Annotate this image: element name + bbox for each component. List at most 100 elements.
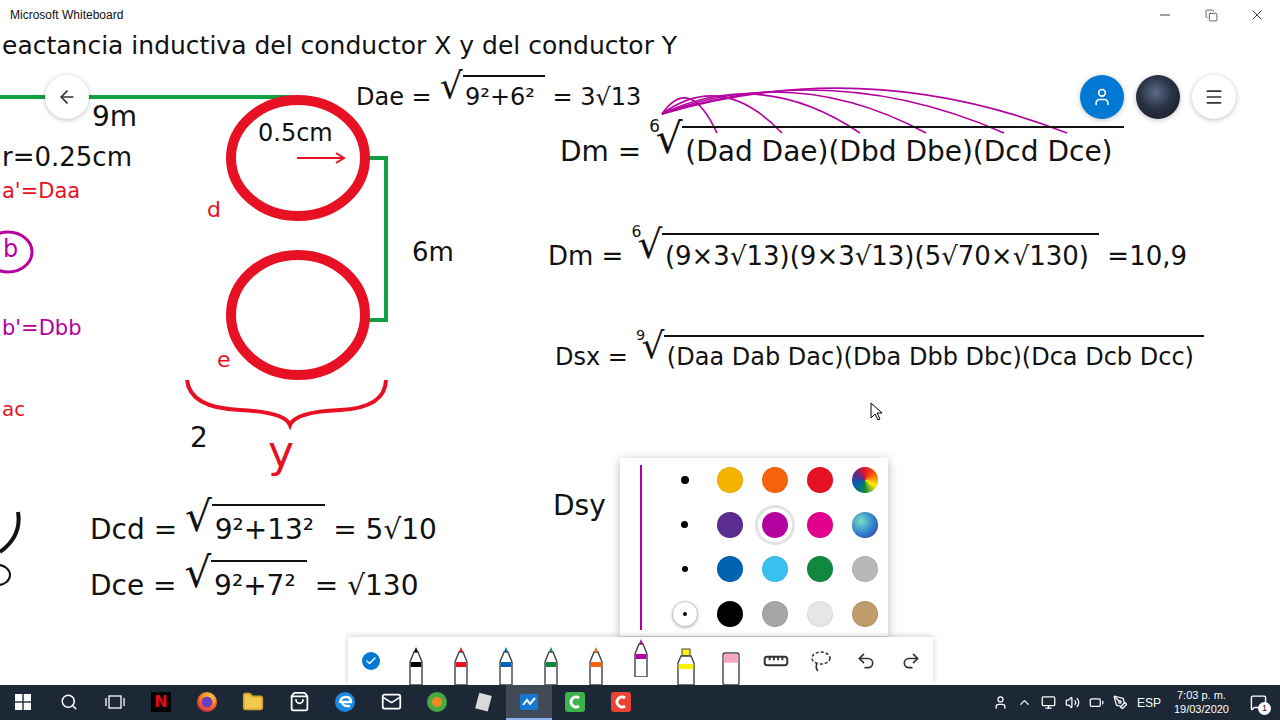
battery-icon[interactable] [1089, 695, 1104, 710]
whiteboard-canvas[interactable]: eactancia inductiva del conductor X y de… [0, 30, 1280, 685]
ink-label[interactable]: b'=Dbb [2, 317, 82, 340]
redo-tool[interactable] [888, 637, 933, 685]
formula[interactable]: Dcd =√9²+13²= 5√10 [90, 496, 437, 547]
ruler-tool[interactable] [753, 637, 798, 685]
thickness-option[interactable] [672, 467, 698, 493]
highlighter-tool[interactable] [663, 637, 708, 685]
toggle-tool[interactable] [348, 637, 393, 685]
input-language[interactable]: ESP [1137, 696, 1161, 710]
netflix-app-button[interactable]: N [138, 685, 184, 720]
people-icon[interactable] [993, 695, 1008, 710]
task-view-button[interactable] [92, 685, 138, 720]
ink-label[interactable]: e [217, 348, 231, 372]
stroke-preview-line [640, 465, 642, 630]
ruler-icon [759, 644, 793, 678]
pen-tool[interactable] [438, 637, 483, 685]
color-swatch[interactable] [762, 512, 788, 538]
ink-label[interactable]: 2 [190, 423, 208, 454]
ink-label[interactable]: r=0.25cm [2, 143, 132, 172]
whiteboard-app-button[interactable] [506, 685, 552, 720]
swatch-cell [707, 503, 752, 548]
person-icon [1092, 87, 1112, 107]
color-swatch[interactable] [852, 556, 878, 582]
top-right-actions [1080, 75, 1236, 119]
search-button[interactable] [46, 685, 92, 720]
ink-label[interactable]: 9m [92, 102, 137, 133]
mail-icon [381, 691, 402, 712]
profile-avatar[interactable] [1136, 75, 1180, 119]
action-center-button[interactable]: 1 [1242, 685, 1274, 720]
touch-toggle-icon [362, 652, 380, 670]
game-app-button[interactable] [414, 685, 460, 720]
pen-tool[interactable] [528, 637, 573, 685]
restore-button[interactable] [1188, 0, 1234, 30]
camtasia-app-button[interactable] [552, 685, 598, 720]
stroke-preview [620, 458, 662, 636]
pen-workspace-icon[interactable] [1113, 695, 1128, 710]
color-swatch[interactable] [717, 601, 743, 627]
pen-icon [585, 647, 607, 685]
formula[interactable]: Dce =√9²+7²= √130 [90, 552, 419, 603]
files-app-button[interactable] [230, 685, 276, 720]
radicand: (9×3√13)(9×3√13)(5√70×√130) [662, 233, 1099, 273]
pen-tool[interactable] [573, 637, 618, 685]
notes-app-button[interactable] [460, 685, 506, 720]
formula[interactable]: Dm =6√(Dad Dae)(Dbd Dbe)(Dcd Dce) [560, 118, 1124, 169]
menu-button[interactable] [1192, 75, 1236, 119]
color-swatch[interactable] [717, 467, 743, 493]
canvas-heading[interactable]: eactancia inductiva del conductor X y de… [2, 32, 677, 61]
color-swatch[interactable] [762, 556, 788, 582]
ink-label[interactable]: d [207, 198, 221, 222]
formula[interactable]: Dm =6√(9×3√13)(9×3√13)(5√70×√130)=10,9 [548, 225, 1187, 272]
formula[interactable]: Dae =√9²+6²= 3√13 [356, 68, 641, 112]
color-swatch[interactable] [762, 601, 788, 627]
thickness-option[interactable] [672, 601, 698, 627]
start-button[interactable] [0, 685, 46, 720]
pen-tool[interactable] [618, 637, 663, 685]
thickness-option[interactable] [672, 556, 698, 582]
thickness-option[interactable] [672, 512, 698, 538]
back-button[interactable] [45, 75, 89, 119]
window-title: Microsoft Whiteboard [10, 8, 123, 22]
undo-tool[interactable] [843, 637, 888, 685]
color-swatch[interactable] [852, 467, 878, 493]
color-swatch[interactable] [807, 512, 833, 538]
color-swatch[interactable] [807, 601, 833, 627]
ink-label[interactable]: 6m [412, 238, 454, 267]
color-swatch[interactable] [717, 556, 743, 582]
color-swatch[interactable] [717, 512, 743, 538]
lasso-tool[interactable] [798, 637, 843, 685]
formula[interactable]: Dsy [553, 472, 606, 523]
windows-icon [15, 694, 31, 710]
clock[interactable]: 7:03 p. m.19/03/2020 [1170, 689, 1233, 717]
ink-label[interactable]: b [3, 236, 18, 262]
minimize-button[interactable] [1142, 0, 1188, 30]
ink-label[interactable]: a'=Daa [2, 180, 80, 203]
chevron-up-icon[interactable] [1017, 695, 1032, 710]
store-app-button[interactable] [276, 685, 322, 720]
swatch-cell [797, 458, 842, 503]
color-swatch[interactable] [807, 556, 833, 582]
eraser-tool[interactable] [708, 637, 753, 685]
edge-app-button[interactable] [322, 685, 368, 720]
thickness-dot [683, 612, 687, 616]
ink-label[interactable]: 0.5cm [258, 120, 333, 146]
color-swatch[interactable] [762, 467, 788, 493]
ink-label[interactable]: y [268, 428, 294, 476]
firefox-app-button[interactable] [184, 685, 230, 720]
color-swatch[interactable] [852, 512, 878, 538]
color-swatch[interactable] [852, 601, 878, 627]
formula[interactable]: Dsx =9√(Daa Dab Dac)(Dba Dbb Dbc)(Dca Dc… [555, 328, 1204, 372]
network-icon[interactable] [1041, 695, 1056, 710]
mail-app-button[interactable] [368, 685, 414, 720]
conductor-circle [231, 100, 365, 216]
volume-icon[interactable] [1065, 695, 1080, 710]
ink-label[interactable]: ac [2, 398, 25, 420]
back-slot [45, 75, 89, 119]
pen-tool[interactable] [483, 637, 528, 685]
pen-tool[interactable] [393, 637, 438, 685]
close-button[interactable] [1234, 0, 1280, 30]
invite-button[interactable] [1080, 75, 1124, 119]
recorder-app-button[interactable] [598, 685, 644, 720]
color-swatch[interactable] [807, 467, 833, 493]
